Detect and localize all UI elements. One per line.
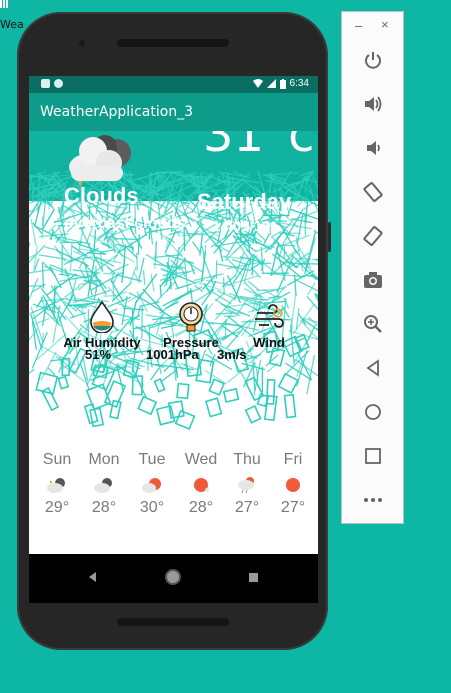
status-bar: 6:34 xyxy=(29,76,318,93)
barometer-icon xyxy=(179,302,203,332)
sun-icon xyxy=(286,478,300,492)
notification-icon xyxy=(41,79,50,88)
battery-icon xyxy=(279,78,286,89)
forecast-day-1[interactable]: Mon 28° xyxy=(80,451,128,517)
cloud-weather-icon xyxy=(69,135,131,185)
rotate-right-icon xyxy=(363,226,383,246)
humidity-drop-icon xyxy=(90,301,114,333)
overview-icon xyxy=(365,448,381,464)
forecast-day-2[interactable]: Tue 30° xyxy=(128,451,176,517)
side-button[interactable] xyxy=(328,222,331,252)
emulator-toolbar: – × xyxy=(341,11,404,524)
forecast-temp: 28° xyxy=(188,499,214,516)
screenshot-button[interactable] xyxy=(359,266,387,294)
current-temperature: 31°c xyxy=(203,131,315,163)
pressure-value: 1001hPa xyxy=(146,347,199,362)
status-time: 6:34 xyxy=(289,78,309,89)
humidity-metric: Air Humidity xyxy=(57,301,147,350)
forecast-temp: 28° xyxy=(91,499,117,516)
phone-screen: 6:34 WeatherApplication_3 31°c Clouds ov… xyxy=(29,76,318,603)
nav-home-button[interactable] xyxy=(167,571,179,583)
forecast-day-label: Mon xyxy=(88,451,120,468)
nav-back-button[interactable] xyxy=(89,572,96,582)
top-speaker xyxy=(117,39,229,47)
forecast-day-4[interactable]: Thu 27° xyxy=(223,451,271,517)
forecast-day-label: Wed xyxy=(184,451,218,468)
phone-frame: 6:34 WeatherApplication_3 31°c Clouds ov… xyxy=(17,12,331,650)
weather-content: 31°c Clouds overcast clouds Saturday 14/… xyxy=(29,131,318,554)
zoom-button[interactable] xyxy=(359,310,387,338)
weather-condition: Clouds xyxy=(64,183,139,208)
forecast-day-label: Thu xyxy=(233,451,261,468)
minimize-button[interactable]: – xyxy=(355,18,362,33)
sync-icon xyxy=(54,79,63,88)
window-corner-mark xyxy=(0,0,12,8)
app-title: WeatherApplication_3 xyxy=(40,104,194,120)
wind-icon xyxy=(255,304,284,328)
app-bar: WeatherApplication_3 xyxy=(29,93,318,131)
forecast-temp: 30° xyxy=(139,499,165,516)
navigation-bar xyxy=(29,554,318,603)
forecast-strip: Sun 29° Mon 28° Tue 30° Wed 28° Thu 27° … xyxy=(29,451,318,541)
pressure-metric: Pressure xyxy=(151,301,231,350)
humidity-value: 51% xyxy=(85,347,112,362)
forecast-temp: 29° xyxy=(44,499,70,516)
forecast-day-label: Tue xyxy=(138,451,166,468)
current-day: Saturday xyxy=(197,189,292,214)
volume-down-button[interactable] xyxy=(359,134,387,162)
zoom-icon xyxy=(364,315,382,333)
forecast-day-3[interactable]: Wed 28° xyxy=(177,451,225,517)
wind-metric: Wind xyxy=(243,301,295,350)
power-button[interactable] xyxy=(359,46,387,74)
back-button[interactable] xyxy=(359,354,387,382)
cloudy-night-icon xyxy=(94,478,112,493)
rotate-left-button[interactable] xyxy=(359,178,387,206)
forecast-temp: 27° xyxy=(280,499,306,516)
camera-icon xyxy=(364,272,382,288)
wifi-icon xyxy=(252,79,263,88)
front-camera xyxy=(79,40,85,46)
forecast-temp: 27° xyxy=(234,499,260,516)
sun-cloud-icon xyxy=(142,478,161,493)
volume-up-icon xyxy=(365,96,382,112)
wind-value: 3m/s xyxy=(217,347,247,362)
rotate-right-button[interactable] xyxy=(359,222,387,250)
forecast-day-0[interactable]: Sun 29° xyxy=(33,451,81,517)
home-icon xyxy=(365,404,381,420)
more-icon xyxy=(364,498,382,502)
power-icon xyxy=(365,52,381,69)
forecast-day-label: Fri xyxy=(283,451,303,468)
forecast-day-label: Sun xyxy=(42,451,72,468)
forecast-day-5[interactable]: Fri 27° xyxy=(269,451,317,517)
nav-recents-button[interactable] xyxy=(249,573,258,582)
rotate-left-icon xyxy=(363,182,383,202)
rain-cloud-icon xyxy=(238,477,254,494)
wind-label: Wind xyxy=(253,335,285,350)
current-date: 14/09/19 xyxy=(212,218,271,235)
sun-icon xyxy=(194,478,209,492)
home-button[interactable] xyxy=(359,398,387,426)
bottom-speaker xyxy=(117,618,229,626)
overview-button[interactable] xyxy=(359,442,387,470)
weather-description: overcast clouds xyxy=(64,215,186,232)
volume-down-icon xyxy=(367,141,380,155)
cloudy-night-icon xyxy=(47,478,65,493)
close-button[interactable]: × xyxy=(381,17,389,32)
more-button[interactable] xyxy=(359,486,387,514)
signal-icon xyxy=(266,79,276,88)
background-window-label: Wea xyxy=(0,18,24,31)
volume-up-button[interactable] xyxy=(359,90,387,118)
toolbar-titlebar: – × xyxy=(342,12,405,42)
back-icon xyxy=(366,359,379,377)
